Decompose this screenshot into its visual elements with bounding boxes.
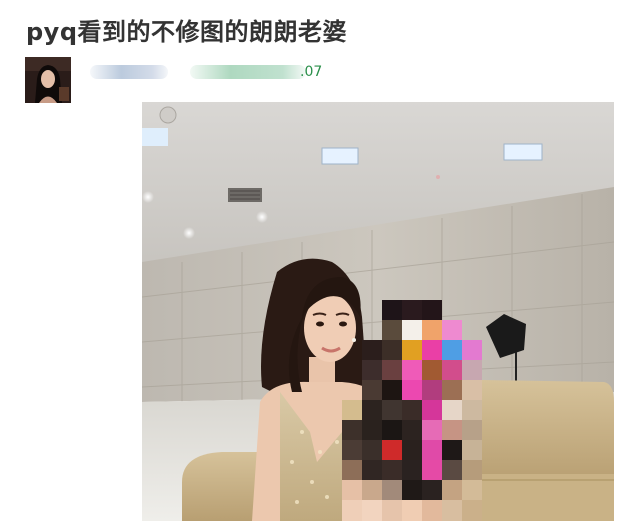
avatar-image [25,57,71,103]
post-photo[interactable] [142,102,614,521]
post-date-suffix: .07 [300,64,323,80]
author-name-redacted[interactable] [90,65,168,79]
avatar[interactable] [25,57,71,103]
photo-image [142,102,614,521]
post-meta: .07 [90,62,330,82]
post-date-redacted [190,65,306,79]
post-title: pyq看到的不修图的朗朗老婆 [26,18,348,46]
post: pyq看到的不修图的朗朗老婆 .07 [0,0,640,521]
